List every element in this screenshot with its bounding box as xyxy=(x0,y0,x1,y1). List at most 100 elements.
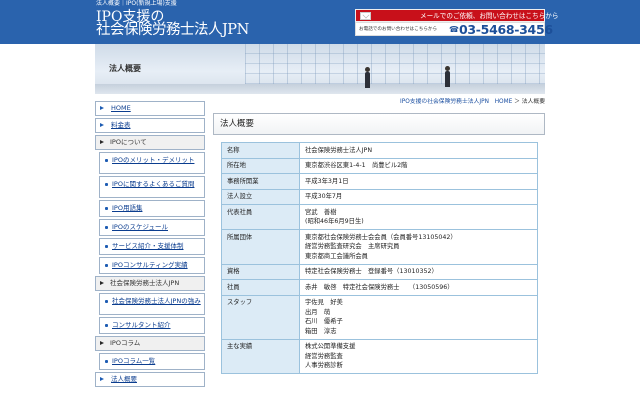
sidebar-item-faq[interactable]: IPOに関するよくあるご質問 xyxy=(99,176,205,198)
row-value-line: 経営労務監査研究会 主席研究員 xyxy=(305,243,400,250)
sidebar-link-consultants[interactable]: コンサルタント紹介 xyxy=(112,321,171,329)
bullet-icon xyxy=(105,183,108,186)
row-value: 平成30年7月 xyxy=(299,188,538,205)
bullet-icon xyxy=(105,226,108,229)
phone-label: お電話でのお問い合わせはこちらから xyxy=(359,27,438,32)
hero-banner: 法人概要 xyxy=(95,44,545,94)
row-value-line: 株式公開準備支援 xyxy=(305,343,356,350)
bullet-icon xyxy=(105,264,108,267)
table-row: スタッフ 宇佐見 好美 出月 萌石川 優希子 箱田 淳志 xyxy=(221,294,538,340)
row-label: 主な実績 xyxy=(221,338,300,374)
contact-mail-text: メールでのご依頼、お問い合わせはこちらから xyxy=(420,12,559,20)
row-value-line: 人事労務診断 xyxy=(305,362,343,369)
arrow-right-icon xyxy=(100,106,104,110)
row-label: 所属団体 xyxy=(221,229,300,265)
sidebar-section-label: IPOについて xyxy=(110,138,147,146)
sidebar-link-faq[interactable]: IPOに関するよくあるご質問 xyxy=(112,180,194,188)
row-value-line: (昭和46年6月9日生) xyxy=(305,218,364,225)
sidebar-link-schedule[interactable]: IPOのスケジュール xyxy=(112,223,168,231)
row-value-line: 平成3年3月1日 xyxy=(305,177,349,185)
row-value-line: 出月 萌 xyxy=(305,308,331,316)
row-value: 株式公開準備支援 経営労務監査 人事労務診断 xyxy=(299,338,538,374)
phone-contact-box: お電話でのお問い合わせはこちらから ☎ 03-5468-3456 xyxy=(355,22,553,36)
page-title: 法人概要 xyxy=(213,113,545,135)
site-header: 法人概要｜IPO(新規上場)支援 IPO支援の 社会保険労務士法人JPN メール… xyxy=(0,0,640,44)
phone-number: 03-5468-3456 xyxy=(459,22,553,37)
row-value-line: 社会保険労務士法人JPN xyxy=(305,146,373,154)
site-title[interactable]: 社会保険労務士法人JPN xyxy=(96,22,249,39)
sidebar-link-pricing[interactable]: 料金表 xyxy=(111,121,131,129)
sidebar-item-merits[interactable]: IPOのメリット・デメリット xyxy=(99,152,205,174)
sidebar-link-services[interactable]: サービス紹介・支援体制 xyxy=(112,242,184,250)
arrow-right-icon xyxy=(100,377,104,381)
person-figure-2 xyxy=(445,66,450,87)
table-row: 社員 赤井 敏啓 特定社会保険労務士 （13050596） xyxy=(221,279,538,296)
row-label: 所在地 xyxy=(221,157,300,174)
row-value: 社会保険労務士法人JPN xyxy=(299,142,538,159)
row-value-line: 箱田 淳志 xyxy=(305,327,337,335)
sidebar-item-home[interactable]: HOME xyxy=(95,101,205,116)
breadcrumb-home-link[interactable]: IPO支援の社会保険労務士法人JPN HOME xyxy=(400,99,512,105)
breadcrumb-current: 法人概要 xyxy=(521,99,545,105)
row-value: 平成3年3月1日 xyxy=(299,173,538,190)
row-value: 赤井 敏啓 特定社会保険労務士 （13050596） xyxy=(299,279,538,296)
row-label: 名称 xyxy=(221,142,300,159)
row-value-line: 経営労務監査 xyxy=(305,352,343,360)
bullet-icon xyxy=(105,207,108,210)
row-value-line: 宮武 善樹 xyxy=(305,208,337,216)
sidebar-link-strengths[interactable]: 社会保険労務士法人JPNの強み xyxy=(112,297,201,305)
arrow-right-icon xyxy=(100,140,104,144)
sidebar-section-column: IPOコラム xyxy=(95,336,205,351)
row-label: 社員 xyxy=(221,279,300,296)
bullet-icon xyxy=(105,300,108,303)
sidebar-item-consulting[interactable]: IPOコンサルティング実績 xyxy=(99,257,205,274)
person-figure-1 xyxy=(365,67,370,88)
bullet-icon xyxy=(105,245,108,248)
table-row: 事務所開業 平成3年3月1日 xyxy=(221,173,538,190)
sidebar-item-glossary[interactable]: IPO用語集 xyxy=(99,200,205,217)
sidebar-item-pricing[interactable]: 料金表 xyxy=(95,118,205,133)
row-value-line: 宇佐見 好美 xyxy=(305,299,343,306)
table-row: 名称 社会保険労務士法人JPN xyxy=(221,142,538,159)
table-row: 法人設立 平成30年7月 xyxy=(221,188,538,205)
breadcrumb-separator: ＞ xyxy=(514,99,520,105)
row-value: 東京都渋谷区東1-4-1 尚豊ビル2階 xyxy=(299,157,538,174)
sidebar-item-services[interactable]: サービス紹介・支援体制 xyxy=(99,238,205,255)
arrow-right-icon xyxy=(100,281,104,285)
main-content: 法人概要 名称 社会保険労務士法人JPN 所在地 東京都渋谷区東1-4-1 尚豊ビル2… xyxy=(213,113,545,374)
sidebar-link-consulting[interactable]: IPOコンサルティング実績 xyxy=(112,261,188,269)
phone-icon: ☎ xyxy=(449,25,459,34)
row-value-line: 東京都社会保険労務士会会員（会員番号13105042） xyxy=(305,233,457,241)
company-info-body: 名称 社会保険労務士法人JPN 所在地 東京都渋谷区東1-4-1 尚豊ビル2階 事務所開… xyxy=(221,142,538,374)
arrow-right-icon xyxy=(100,123,104,127)
table-row: 代表社員 宮武 善樹 (昭和46年6月9日生) xyxy=(221,204,538,230)
arrow-right-icon xyxy=(100,341,104,345)
sidebar-link-glossary[interactable]: IPO用語集 xyxy=(112,204,142,212)
contact-mail-banner[interactable]: メールでのご依頼、お問い合わせはこちらから xyxy=(355,9,558,22)
sidebar-link-merits[interactable]: IPOのメリット・デメリット xyxy=(112,156,194,164)
sidebar-link-home[interactable]: HOME xyxy=(111,104,131,112)
sidebar-item-column-list[interactable]: IPOコラム一覧 xyxy=(99,353,205,370)
sidebar-link-overview[interactable]: 法人概要 xyxy=(111,375,137,383)
sidebar-item-schedule[interactable]: IPOのスケジュール xyxy=(99,219,205,236)
breadcrumb: IPO支援の社会保険労務士法人JPN HOME ＞ 法人概要 xyxy=(400,98,545,106)
bullet-icon xyxy=(105,159,108,162)
row-label: 代表社員 xyxy=(221,204,300,230)
table-row: 主な実績 株式公開準備支援 経営労務監査 人事労務診断 xyxy=(221,338,538,374)
row-value: 宮武 善樹 (昭和46年6月9日生) xyxy=(299,204,538,230)
sidebar-item-overview[interactable]: 法人概要 xyxy=(95,372,205,387)
row-value-line: 東京都渋谷区東1-4-1 尚豊ビル2階 xyxy=(305,162,408,169)
row-value-line: 東京都商工会議所会員 xyxy=(305,252,368,260)
sidebar-link-column-list[interactable]: IPOコラム一覧 xyxy=(112,357,155,365)
header-tagline: 法人概要｜IPO(新規上場)支援 xyxy=(96,0,177,7)
bullet-icon xyxy=(105,360,108,363)
hero-title: 法人概要 xyxy=(109,64,141,73)
sidebar-item-consultants[interactable]: コンサルタント紹介 xyxy=(99,317,205,334)
row-label: 法人設立 xyxy=(221,188,300,205)
table-row: 所在地 東京都渋谷区東1-4-1 尚豊ビル2階 xyxy=(221,157,538,174)
office-floor-image xyxy=(95,84,545,94)
row-label: スタッフ xyxy=(221,294,300,340)
company-info-table: 名称 社会保険労務士法人JPN 所在地 東京都渋谷区東1-4-1 尚豊ビル2階 事務所開… xyxy=(221,142,538,374)
row-value-line: 石川 優希子 xyxy=(305,318,343,325)
sidebar-item-strengths[interactable]: 社会保険労務士法人JPNの強み xyxy=(99,293,205,315)
